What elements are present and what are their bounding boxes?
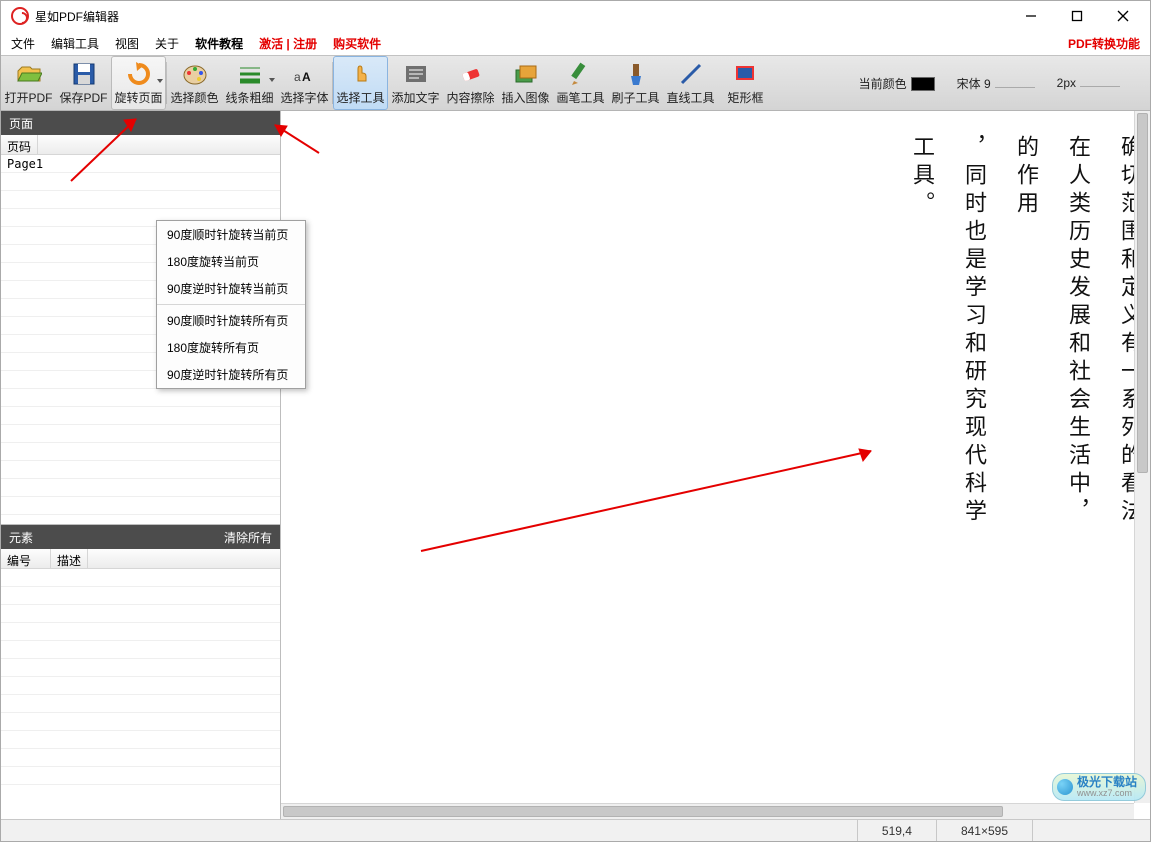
rotate-dropdown: 90度顺时针旋转当前页 180度旋转当前页 90度逆时针旋转当前页 90度顺时针… <box>156 220 306 389</box>
brush-icon <box>623 61 649 87</box>
line-tool-button[interactable]: 直线工具 <box>663 56 718 110</box>
rotate-icon <box>126 61 152 87</box>
status-dimensions: 841×595 <box>936 820 1032 841</box>
menu-pdf-convert[interactable]: PDF转换功能 <box>1068 35 1140 52</box>
insert-image-button[interactable]: 插入图像 <box>498 56 553 110</box>
element-panel-header: 元素清除所有 <box>1 525 280 549</box>
palette-icon <box>182 61 208 87</box>
elem-col-header: 编号描述 <box>1 549 280 569</box>
images-icon <box>513 61 539 87</box>
save-icon <box>71 61 97 87</box>
line-width-button[interactable]: 线条粗细 <box>222 56 277 110</box>
folder-open-icon <box>16 61 42 87</box>
menu-buy[interactable]: 购买软件 <box>333 35 381 52</box>
toolbar: 打开PDF 保存PDF 旋转页面 选择颜色 线条粗细 aA选择字体 选择工具 添… <box>1 55 1150 111</box>
status-position: 519,4 <box>857 820 936 841</box>
lines-icon <box>237 61 263 87</box>
app-logo-icon <box>11 7 29 25</box>
watermark-icon <box>1057 779 1073 795</box>
rect-tool-button[interactable]: 矩形框 <box>718 56 773 110</box>
canvas-area[interactable]: 学对象本质上都是人为定义的。 属于形 式科学，而不是自然科学。不同 数学的 确切… <box>281 111 1150 819</box>
horizontal-scrollbar[interactable] <box>281 803 1134 819</box>
app-title: 星如PDF编辑器 <box>35 8 119 25</box>
open-pdf-button[interactable]: 打开PDF <box>1 56 56 110</box>
close-button[interactable] <box>1100 1 1146 31</box>
menu-edit[interactable]: 编辑工具 <box>51 35 99 52</box>
add-text-button[interactable]: 添加文字 <box>388 56 443 110</box>
hand-pointer-icon <box>348 61 374 87</box>
text-lines-icon <box>403 61 429 87</box>
rectangle-icon <box>733 61 759 87</box>
font-icon: aA <box>292 61 318 87</box>
clear-all-link[interactable]: 清除所有 <box>224 529 272 546</box>
rotate-cw90-all[interactable]: 90度顺时针旋转所有页 <box>157 307 305 334</box>
rotate-ccw90-all[interactable]: 90度逆时针旋转所有页 <box>157 361 305 388</box>
current-color-label: 当前颜色 <box>859 75 935 92</box>
menu-about[interactable]: 关于 <box>155 35 179 52</box>
svg-text:a: a <box>294 70 301 84</box>
choose-font-button[interactable]: aA选择字体 <box>277 56 332 110</box>
annotation-arrow-icon <box>61 111 151 191</box>
pen-tool-button[interactable]: 画笔工具 <box>553 56 608 110</box>
svg-text:A: A <box>302 70 311 84</box>
annotation-arrow-icon <box>411 441 891 561</box>
brush-tool-button[interactable]: 刷子工具 <box>608 56 663 110</box>
px-display[interactable]: 2px <box>1057 76 1120 90</box>
rotate-180-current[interactable]: 180度旋转当前页 <box>157 248 305 275</box>
save-pdf-button[interactable]: 保存PDF <box>56 56 111 110</box>
select-tool-button[interactable]: 选择工具 <box>333 56 388 110</box>
rotate-ccw90-current[interactable]: 90度逆时针旋转当前页 <box>157 275 305 302</box>
minimize-button[interactable] <box>1008 1 1054 31</box>
menu-view[interactable]: 视图 <box>115 35 139 52</box>
current-color-swatch[interactable] <box>911 77 935 91</box>
line-icon <box>678 61 704 87</box>
choose-color-button[interactable]: 选择颜色 <box>167 56 222 110</box>
statusbar: 519,4 841×595 <box>1 819 1150 841</box>
menu-tutorial[interactable]: 软件教程 <box>195 35 243 52</box>
document-content: 学对象本质上都是人为定义的。 属于形 式科学，而不是自然科学。不同 数学的 确切… <box>319 115 1134 695</box>
font-display[interactable]: 宋体 9 <box>957 75 1035 92</box>
rotate-cw90-current[interactable]: 90度顺时针旋转当前页 <box>157 221 305 248</box>
rotate-180-all[interactable]: 180度旋转所有页 <box>157 334 305 361</box>
erase-button[interactable]: 内容擦除 <box>443 56 498 110</box>
menu-file[interactable]: 文件 <box>11 35 35 52</box>
annotation-arrow-icon <box>269 119 329 159</box>
titlebar: 星如PDF编辑器 <box>1 1 1150 31</box>
pencil-icon <box>568 61 594 87</box>
eraser-icon <box>458 61 484 87</box>
vertical-scrollbar[interactable] <box>1134 111 1150 803</box>
menu-activate[interactable]: 激活 | 注册 <box>259 35 317 52</box>
menubar: 文件 编辑工具 视图 关于 软件教程 激活 | 注册 购买软件 PDF转换功能 <box>1 31 1150 55</box>
rotate-page-button[interactable]: 旋转页面 <box>111 56 166 110</box>
watermark-badge: 极光下载站www.xz7.com <box>1052 773 1146 801</box>
maximize-button[interactable] <box>1054 1 1100 31</box>
